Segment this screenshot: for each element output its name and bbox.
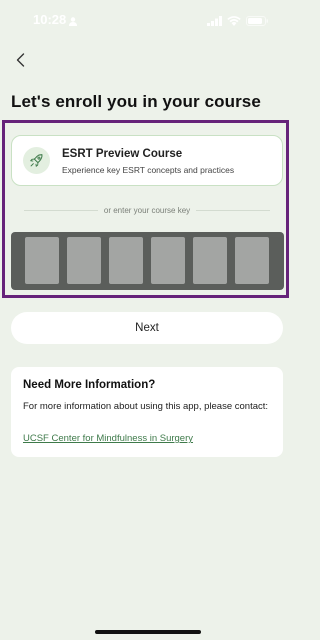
next-button[interactable]: Next — [11, 312, 283, 344]
status-bar: 10:28 — [0, 0, 296, 40]
divider-text: or enter your course key — [103, 205, 191, 215]
status-time: 10:28 — [33, 12, 67, 27]
course-subtitle: Experience key ESRT concepts and practic… — [62, 165, 235, 175]
rocket-icon — [23, 147, 50, 174]
key-slot-6[interactable] — [235, 237, 269, 284]
info-title: Need More Information? — [23, 379, 156, 391]
divider-line-left — [24, 209, 98, 211]
chevron-left-icon — [16, 53, 24, 67]
contact-link[interactable]: UCSF Center for Mindfulness in Surgery — [23, 433, 193, 444]
key-slot-4[interactable] — [151, 237, 185, 284]
key-slot-2[interactable] — [67, 237, 101, 284]
divider-line-right — [196, 209, 271, 211]
key-slot-3[interactable] — [109, 237, 143, 284]
home-indicator[interactable] — [95, 630, 201, 634]
or-divider: or enter your course key — [24, 204, 271, 216]
back-button[interactable] — [10, 50, 30, 70]
key-slot-1[interactable] — [25, 237, 59, 284]
battery-icon — [246, 13, 268, 31]
cellular-signal-icon — [207, 13, 222, 31]
course-title: ESRT Preview Course — [62, 148, 183, 160]
page-title: Let's enroll you in your course — [11, 92, 261, 111]
person-icon — [69, 13, 77, 31]
wifi-icon — [227, 13, 241, 31]
course-key-input[interactable] — [11, 232, 284, 290]
key-slot-5[interactable] — [193, 237, 227, 284]
info-card: Need More Information? For more informat… — [11, 367, 283, 457]
course-option-card[interactable]: ESRT Preview Course Experience key ESRT … — [11, 135, 283, 186]
info-body: For more information about using this ap… — [23, 401, 269, 412]
